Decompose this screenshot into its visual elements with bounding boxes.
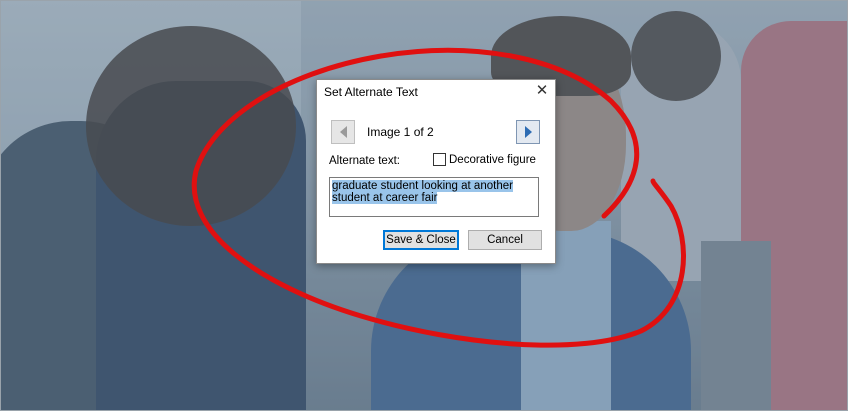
decorative-figure-label: Decorative figure (449, 153, 536, 166)
alternate-text-label: Alternate text: (329, 155, 400, 167)
alternate-text-field[interactable]: graduate student looking at another stud… (329, 177, 539, 217)
previous-arrow-icon (339, 126, 347, 138)
image-counter: Image 1 of 2 (367, 125, 434, 139)
next-image-button[interactable] (516, 120, 540, 144)
decorative-figure-option[interactable]: Decorative figure (433, 153, 536, 166)
dialog-titlebar: Set Alternate Text ✕ (317, 80, 555, 104)
cancel-button[interactable]: Cancel (468, 230, 542, 250)
screenshot-frame: Set Alternate Text ✕ Image 1 of 2 Altern… (0, 0, 848, 411)
save-close-button[interactable]: Save & Close (383, 230, 459, 250)
previous-image-button[interactable] (331, 120, 355, 144)
alternate-text-value: graduate student looking at another stud… (332, 180, 513, 204)
next-arrow-icon (524, 126, 532, 138)
dialog-title: Set Alternate Text (324, 85, 418, 99)
close-icon[interactable]: ✕ (533, 81, 551, 101)
decorative-figure-checkbox[interactable] (433, 153, 446, 166)
set-alternate-text-dialog: Set Alternate Text ✕ Image 1 of 2 Altern… (316, 79, 556, 264)
